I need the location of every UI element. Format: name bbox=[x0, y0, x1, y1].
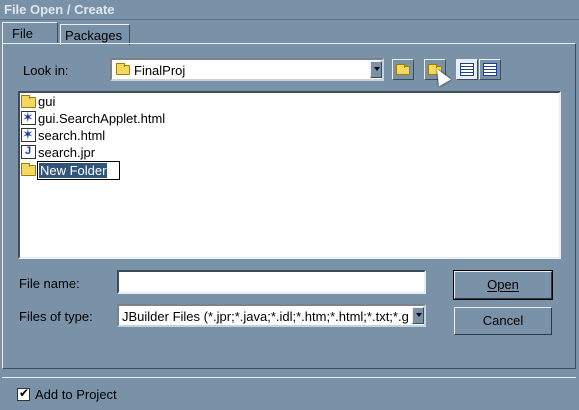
jpr-file-icon bbox=[21, 145, 36, 159]
file-name-text: search.html bbox=[38, 128, 106, 143]
file-name-label: File name: bbox=[19, 276, 80, 291]
cancel-button[interactable]: Cancel bbox=[454, 307, 552, 335]
rename-field[interactable]: New Folder bbox=[37, 161, 120, 180]
look-in-label: Look in: bbox=[23, 63, 69, 78]
check-icon: ✔ bbox=[19, 386, 30, 400]
cancel-button-label: Cancel bbox=[482, 313, 524, 328]
file-list[interactable]: gui gui.SearchApplet.html search.html se… bbox=[18, 91, 561, 259]
up-folder-icon bbox=[396, 64, 410, 75]
title-bar: File Open / Create bbox=[0, 0, 579, 20]
details-view-button[interactable] bbox=[479, 59, 501, 80]
list-item[interactable]: search.html bbox=[20, 126, 320, 144]
rename-field-text: New Folder bbox=[39, 163, 108, 178]
list-view-icon bbox=[460, 63, 474, 76]
look-in-dropdown-button[interactable] bbox=[370, 61, 382, 78]
add-to-project-checkbox[interactable]: ✔ bbox=[17, 386, 30, 401]
files-of-type-value: JBuilder Files (*.jpr;*.java;*.idl;*.htm… bbox=[122, 309, 409, 324]
look-in-combo[interactable]: FinalProj bbox=[110, 58, 384, 81]
list-view-button[interactable] bbox=[456, 59, 478, 80]
list-item[interactable]: gui bbox=[20, 93, 320, 110]
files-of-type-combo[interactable]: JBuilder Files (*.jpr;*.java;*.idl;*.htm… bbox=[117, 304, 426, 327]
file-name-text: search.jpr bbox=[38, 145, 96, 160]
add-to-project-label: Add to Project bbox=[35, 387, 117, 402]
up-one-level-button[interactable] bbox=[392, 59, 414, 80]
file-name-text: gui bbox=[38, 94, 56, 109]
files-of-type-dropdown-button[interactable] bbox=[412, 307, 424, 324]
open-button-label: Open bbox=[487, 277, 519, 292]
tab-file-label: File bbox=[12, 26, 33, 41]
tab-packages-label: Packages bbox=[65, 28, 123, 43]
tab-file[interactable]: File bbox=[2, 22, 58, 44]
files-of-type-label: Files of type: bbox=[19, 309, 93, 324]
folder-icon bbox=[21, 95, 36, 108]
file-name-input[interactable] bbox=[117, 270, 426, 294]
list-item[interactable]: gui.SearchApplet.html bbox=[20, 109, 320, 127]
folder-icon bbox=[21, 163, 36, 176]
open-button[interactable]: Open bbox=[453, 270, 553, 300]
list-item[interactable]: search.jpr bbox=[20, 144, 320, 161]
look-in-value: FinalProj bbox=[134, 63, 186, 78]
window-title: File Open / Create bbox=[4, 2, 115, 17]
file-name-text: gui.SearchApplet.html bbox=[38, 111, 166, 126]
html-file-icon bbox=[21, 126, 36, 143]
tab-packages[interactable]: Packages bbox=[60, 24, 130, 45]
details-view-icon bbox=[483, 63, 497, 76]
html-file-icon bbox=[21, 109, 36, 126]
folder-icon bbox=[116, 63, 130, 75]
